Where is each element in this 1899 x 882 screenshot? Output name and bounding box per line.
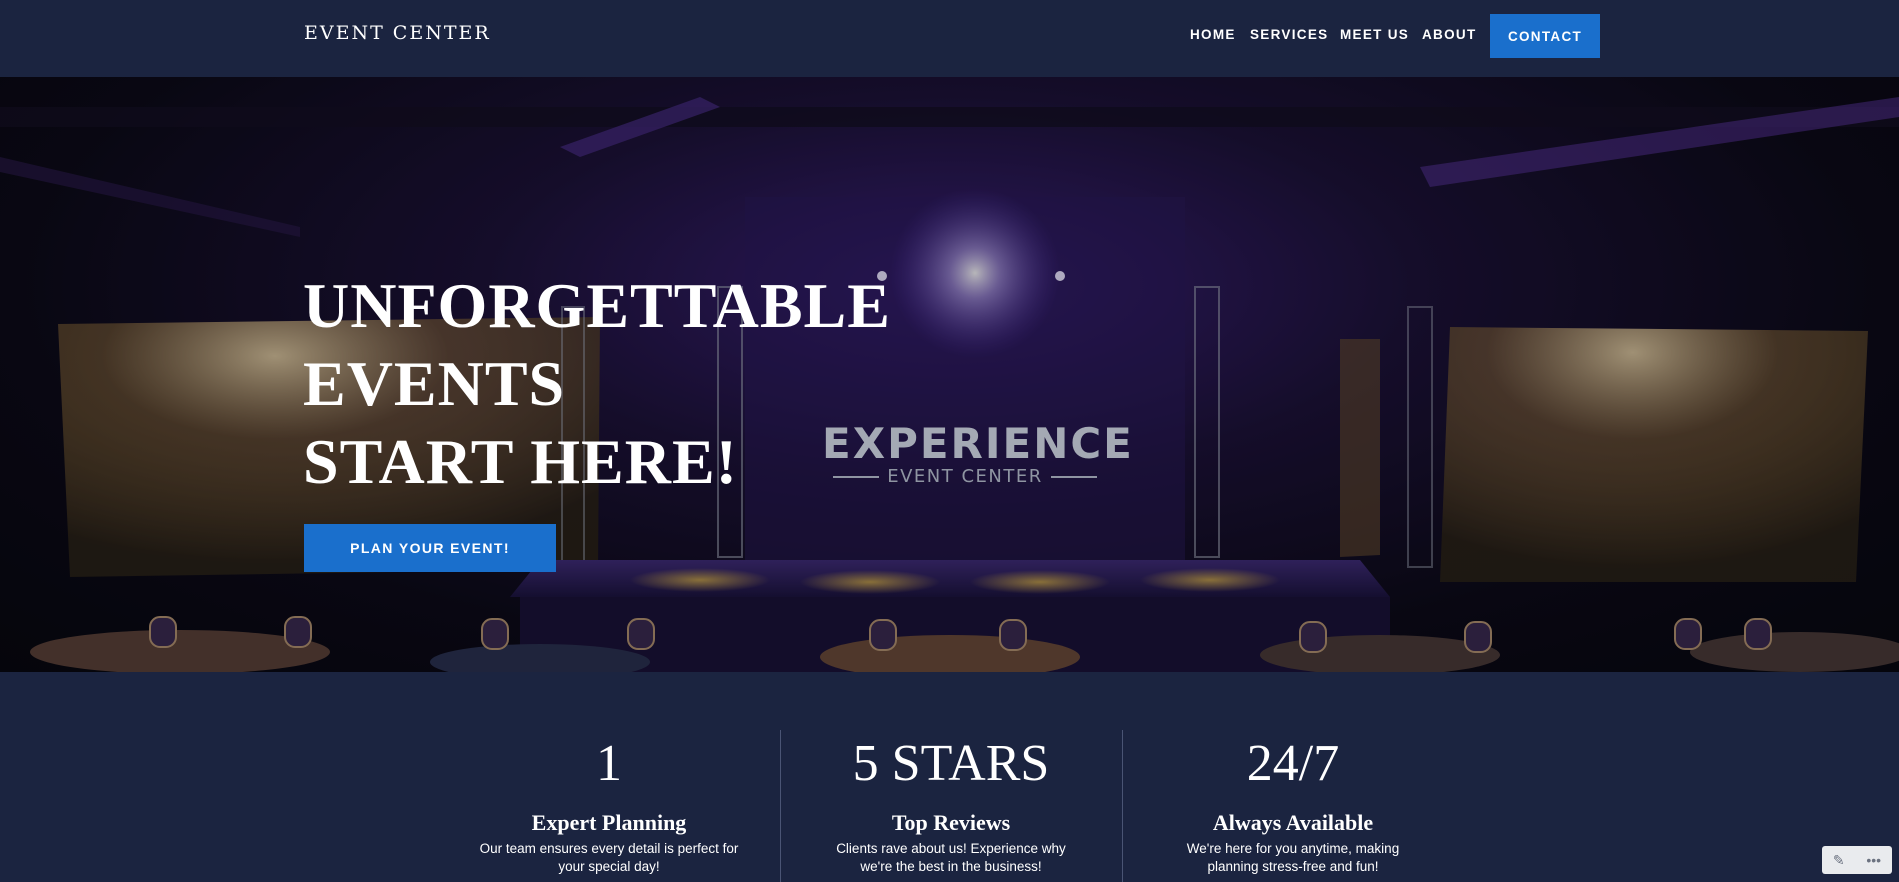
stat-card-always-available: 24/7 Always Available We're here for you… (1143, 672, 1443, 876)
hero-headline-line-2: EVENTS (303, 348, 566, 419)
stat-title: Top Reviews (891, 810, 1011, 835)
stat-number: 5 STARS (852, 735, 1050, 792)
edit-widget: ✎ ••• (1822, 846, 1892, 874)
stat-description: Our team ensures every detail is perfect… (479, 841, 739, 874)
hero-section: EXPERIENCE EVENT CENTER UNFORGETTABLE EV… (0, 77, 1899, 672)
stat-description: Clients rave about us! Experience why we… (836, 841, 1066, 874)
nav-home[interactable]: HOME (1190, 27, 1236, 42)
stat-divider (780, 730, 781, 882)
hero-headline: UNFORGETTABLE EVENTS START HERE! (303, 267, 891, 501)
stat-title: Expert Planning (531, 810, 687, 835)
stats-section: 1 Expert Planning Our team ensures every… (0, 672, 1899, 882)
site-header: EVENT CENTER HOME SERVICES MEET US ABOUT… (0, 0, 1899, 77)
pencil-icon[interactable]: ✎ (1833, 852, 1845, 869)
stat-title: Always Available (1212, 810, 1374, 835)
nav-services[interactable]: SERVICES (1250, 27, 1328, 42)
plan-event-button[interactable]: PLAN YOUR EVENT! (304, 524, 556, 572)
nav-meet-us[interactable]: MEET US (1340, 27, 1409, 42)
stat-description: We're here for you anytime, making plann… (1186, 841, 1400, 874)
stat-number: 1 (596, 735, 622, 792)
stage-logo-subtext: EVENT CENTER (887, 466, 1043, 487)
stat-divider (1122, 730, 1123, 882)
logo-rule-right (1050, 475, 1097, 478)
hero-headline-line-1: UNFORGETTABLE (303, 270, 891, 341)
stat-number: 24/7 (1246, 735, 1340, 792)
nav-about[interactable]: ABOUT (1422, 27, 1477, 42)
brand-logo[interactable]: EVENT CENTER (304, 22, 491, 44)
stat-card-expert-planning: 1 Expert Planning Our team ensures every… (459, 672, 759, 876)
more-icon[interactable]: ••• (1866, 852, 1881, 868)
contact-button[interactable]: CONTACT (1490, 14, 1600, 58)
stat-card-top-reviews: 5 STARS Top Reviews Clients rave about u… (801, 672, 1101, 876)
hero-background-image (0, 77, 1899, 672)
hero-headline-line-3: START HERE! (303, 426, 738, 497)
